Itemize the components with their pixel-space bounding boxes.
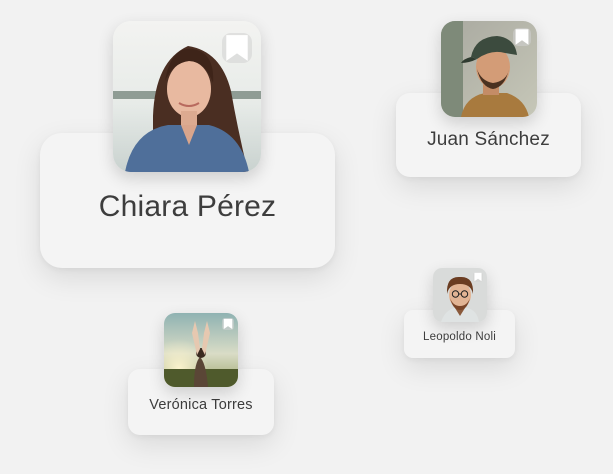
profile-name: Leopoldo Noli — [423, 331, 496, 343]
profile-name: Juan Sánchez — [427, 129, 550, 150]
profile-name: Chiara Pérez — [98, 189, 277, 223]
bookmark-icon[interactable] — [222, 33, 252, 63]
bookmark-icon[interactable] — [513, 28, 531, 46]
bookmark-icon[interactable] — [473, 272, 483, 282]
avatar-chiara[interactable] — [113, 21, 261, 172]
profile-name: Verónica Torres — [149, 397, 253, 413]
avatar-veronica[interactable] — [164, 313, 238, 387]
bookmark-icon[interactable] — [222, 318, 234, 330]
avatar-juan[interactable] — [441, 21, 537, 117]
avatar-leopoldo[interactable] — [433, 268, 487, 322]
